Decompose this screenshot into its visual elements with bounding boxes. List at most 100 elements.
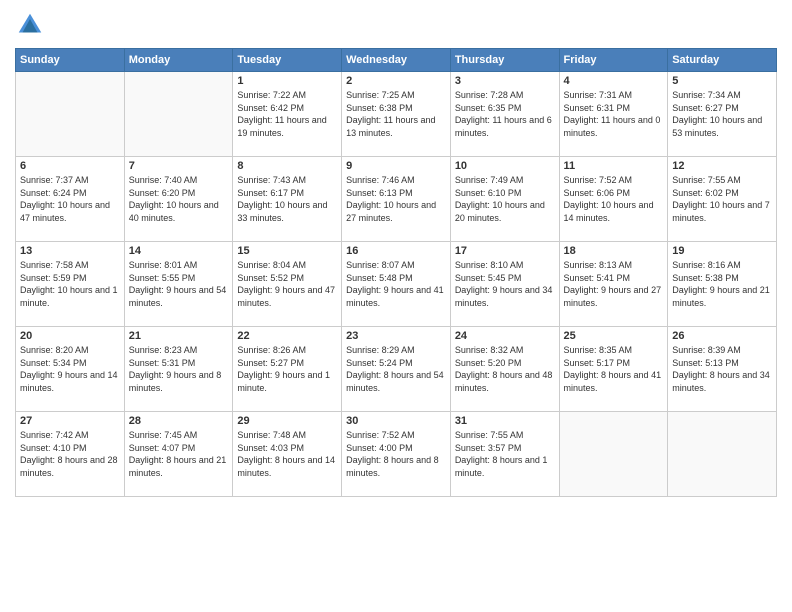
week-row-2: 6 Sunrise: 7:37 AMSunset: 6:24 PMDaylight… — [16, 157, 777, 242]
day-info: Sunrise: 7:52 AMSunset: 6:06 PMDaylight:… — [564, 174, 664, 224]
day-info: Sunrise: 7:48 AMSunset: 4:03 PMDaylight:… — [237, 429, 337, 479]
header-cell-sunday: Sunday — [16, 49, 125, 72]
day-number: 30 — [346, 415, 446, 427]
day-cell: 28 Sunrise: 7:45 AMSunset: 4:07 PMDayligh… — [124, 412, 233, 497]
day-number: 26 — [672, 330, 772, 342]
day-info: Sunrise: 7:34 AMSunset: 6:27 PMDaylight:… — [672, 89, 772, 139]
day-number: 3 — [455, 75, 555, 87]
day-cell: 29 Sunrise: 7:48 AMSunset: 4:03 PMDayligh… — [233, 412, 342, 497]
header-row: SundayMondayTuesdayWednesdayThursdayFrid… — [16, 49, 777, 72]
day-info: Sunrise: 8:23 AMSunset: 5:31 PMDaylight:… — [129, 344, 229, 394]
day-cell: 4Sunrise: 7:31 AMSunset: 6:31 PMDaylight… — [559, 72, 668, 157]
day-number: 22 — [237, 330, 337, 342]
day-info: Sunrise: 7:37 AMSunset: 6:24 PMDaylight:… — [20, 174, 120, 224]
day-cell: 10 Sunrise: 7:49 AMSunset: 6:10 PMDayligh… — [450, 157, 559, 242]
day-cell: 26 Sunrise: 8:39 AMSunset: 5:13 PMDayligh… — [668, 327, 777, 412]
day-info: Sunrise: 7:49 AMSunset: 6:10 PMDaylight:… — [455, 174, 555, 224]
day-info: Sunrise: 7:42 AMSunset: 4:10 PMDaylight:… — [20, 429, 120, 479]
day-info: Sunrise: 8:10 AMSunset: 5:45 PMDaylight:… — [455, 259, 555, 309]
header — [15, 10, 777, 40]
day-cell — [559, 412, 668, 497]
day-number: 10 — [455, 160, 555, 172]
day-cell: 20Sunrise: 8:20 AMSunset: 5:34 PMDayligh… — [16, 327, 125, 412]
day-cell: 19 Sunrise: 8:16 AMSunset: 5:38 PMDayligh… — [668, 242, 777, 327]
day-info: Sunrise: 8:01 AMSunset: 5:55 PMDaylight:… — [129, 259, 229, 309]
day-number: 12 — [672, 160, 772, 172]
day-cell: 27 Sunrise: 7:42 AMSunset: 4:10 PMDayligh… — [16, 412, 125, 497]
day-info: Sunrise: 8:16 AMSunset: 5:38 PMDaylight:… — [672, 259, 772, 309]
week-row-4: 20Sunrise: 8:20 AMSunset: 5:34 PMDayligh… — [16, 327, 777, 412]
day-number: 23 — [346, 330, 446, 342]
day-number: 15 — [237, 245, 337, 257]
day-info: Sunrise: 8:39 AMSunset: 5:13 PMDaylight:… — [672, 344, 772, 394]
day-number: 13 — [20, 245, 120, 257]
day-cell — [124, 72, 233, 157]
day-number: 2 — [346, 75, 446, 87]
day-cell: 30 Sunrise: 7:52 AMSunset: 4:00 PMDayligh… — [342, 412, 451, 497]
day-cell: 6 Sunrise: 7:37 AMSunset: 6:24 PMDaylight… — [16, 157, 125, 242]
day-number: 27 — [20, 415, 120, 427]
day-number: 8 — [237, 160, 337, 172]
week-row-3: 13 Sunrise: 7:58 AMSunset: 5:59 PMDayligh… — [16, 242, 777, 327]
day-info: Sunrise: 8:35 AMSunset: 5:17 PMDaylight:… — [564, 344, 664, 394]
day-number: 31 — [455, 415, 555, 427]
day-info: Sunrise: 7:25 AMSunset: 6:38 PMDaylight:… — [346, 89, 446, 139]
day-info: Sunrise: 7:45 AMSunset: 4:07 PMDaylight:… — [129, 429, 229, 479]
day-info: Sunrise: 7:52 AMSunset: 4:00 PMDaylight:… — [346, 429, 446, 479]
header-cell-monday: Monday — [124, 49, 233, 72]
week-row-1: 1 Sunrise: 7:22 AMSunset: 6:42 PMDaylight… — [16, 72, 777, 157]
day-cell: 11 Sunrise: 7:52 AMSunset: 6:06 PMDayligh… — [559, 157, 668, 242]
day-number: 11 — [564, 160, 664, 172]
day-info: Sunrise: 7:55 AMSunset: 6:02 PMDaylight:… — [672, 174, 772, 224]
day-cell: 7 Sunrise: 7:40 AMSunset: 6:20 PMDaylight… — [124, 157, 233, 242]
day-number: 17 — [455, 245, 555, 257]
header-cell-saturday: Saturday — [668, 49, 777, 72]
logo — [15, 10, 49, 40]
day-cell: 13 Sunrise: 7:58 AMSunset: 5:59 PMDayligh… — [16, 242, 125, 327]
day-info: Sunrise: 8:29 AMSunset: 5:24 PMDaylight:… — [346, 344, 446, 394]
day-number: 29 — [237, 415, 337, 427]
day-number: 19 — [672, 245, 772, 257]
week-row-5: 27 Sunrise: 7:42 AMSunset: 4:10 PMDayligh… — [16, 412, 777, 497]
day-info: Sunrise: 7:40 AMSunset: 6:20 PMDaylight:… — [129, 174, 229, 224]
day-number: 6 — [20, 160, 120, 172]
day-info: Sunrise: 8:04 AMSunset: 5:52 PMDaylight:… — [237, 259, 337, 309]
day-info: Sunrise: 8:13 AMSunset: 5:41 PMDaylight:… — [564, 259, 664, 309]
day-cell: 24 Sunrise: 8:32 AMSunset: 5:20 PMDayligh… — [450, 327, 559, 412]
day-cell: 9Sunrise: 7:46 AMSunset: 6:13 PMDaylight… — [342, 157, 451, 242]
day-number: 25 — [564, 330, 664, 342]
day-number: 14 — [129, 245, 229, 257]
day-info: Sunrise: 7:46 AMSunset: 6:13 PMDaylight:… — [346, 174, 446, 224]
header-cell-thursday: Thursday — [450, 49, 559, 72]
day-cell: 15 Sunrise: 8:04 AMSunset: 5:52 PMDayligh… — [233, 242, 342, 327]
day-number: 28 — [129, 415, 229, 427]
day-info: Sunrise: 7:28 AMSunset: 6:35 PMDaylight:… — [455, 89, 555, 139]
day-cell: 21Sunrise: 8:23 AMSunset: 5:31 PMDayligh… — [124, 327, 233, 412]
day-info: Sunrise: 8:32 AMSunset: 5:20 PMDaylight:… — [455, 344, 555, 394]
day-cell: 17 Sunrise: 8:10 AMSunset: 5:45 PMDayligh… — [450, 242, 559, 327]
day-number: 7 — [129, 160, 229, 172]
day-number: 24 — [455, 330, 555, 342]
header-cell-friday: Friday — [559, 49, 668, 72]
day-cell — [16, 72, 125, 157]
day-info: Sunrise: 7:55 AMSunset: 3:57 PMDaylight:… — [455, 429, 555, 479]
day-info: Sunrise: 8:26 AMSunset: 5:27 PMDaylight:… — [237, 344, 337, 394]
day-info: Sunrise: 7:58 AMSunset: 5:59 PMDaylight:… — [20, 259, 120, 309]
day-info: Sunrise: 7:22 AMSunset: 6:42 PMDaylight:… — [237, 89, 337, 139]
day-number: 1 — [237, 75, 337, 87]
day-cell: 14 Sunrise: 8:01 AMSunset: 5:55 PMDayligh… — [124, 242, 233, 327]
day-cell — [668, 412, 777, 497]
day-cell: 8 Sunrise: 7:43 AMSunset: 6:17 PMDaylight… — [233, 157, 342, 242]
day-number: 18 — [564, 245, 664, 257]
day-cell: 23 Sunrise: 8:29 AMSunset: 5:24 PMDayligh… — [342, 327, 451, 412]
day-info: Sunrise: 7:31 AMSunset: 6:31 PMDaylight:… — [564, 89, 664, 139]
day-cell: 31 Sunrise: 7:55 AMSunset: 3:57 PMDayligh… — [450, 412, 559, 497]
day-cell: 1 Sunrise: 7:22 AMSunset: 6:42 PMDaylight… — [233, 72, 342, 157]
day-cell: 12 Sunrise: 7:55 AMSunset: 6:02 PMDayligh… — [668, 157, 777, 242]
day-number: 5 — [672, 75, 772, 87]
day-cell: 16Sunrise: 8:07 AMSunset: 5:48 PMDayligh… — [342, 242, 451, 327]
day-info: Sunrise: 7:43 AMSunset: 6:17 PMDaylight:… — [237, 174, 337, 224]
day-number: 16 — [346, 245, 446, 257]
header-cell-tuesday: Tuesday — [233, 49, 342, 72]
day-number: 20 — [20, 330, 120, 342]
